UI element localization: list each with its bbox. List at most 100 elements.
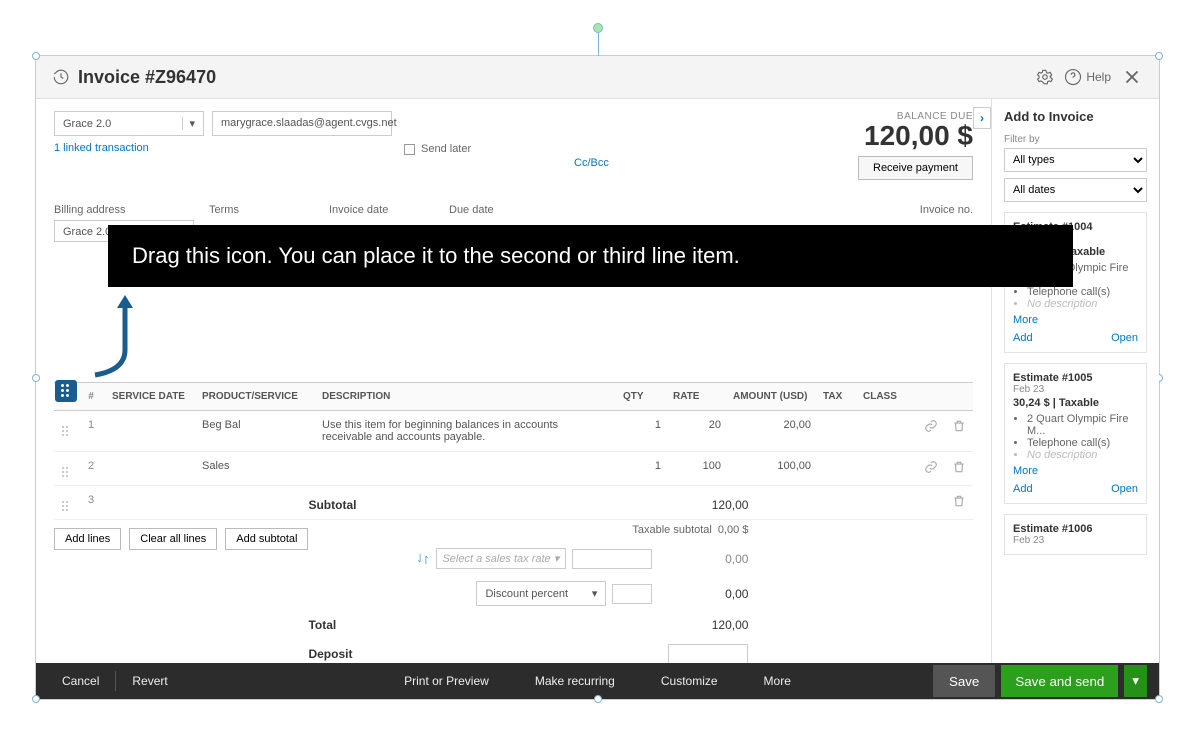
- discount-input[interactable]: [612, 584, 652, 604]
- add-subtotal-button[interactable]: Add subtotal: [225, 528, 308, 550]
- link-icon[interactable]: [924, 419, 938, 433]
- sidebar-title: Add to Invoice: [1004, 109, 1147, 124]
- customer-email-input[interactable]: marygrace.slaadas@agent.cvgs.net: [212, 111, 392, 136]
- card-amount: 30,24 $ | Taxable: [1013, 397, 1138, 409]
- drag-handle-highlight[interactable]: [55, 380, 77, 402]
- card-open[interactable]: Open: [1111, 483, 1138, 495]
- product-service-cell[interactable]: Beg Bal: [196, 411, 316, 452]
- customer-select[interactable]: Grace 2.0 ▾: [54, 111, 204, 136]
- rate-cell[interactable]: 20: [667, 411, 727, 452]
- table-row[interactable]: 2 Sales 1100100,00: [54, 452, 973, 486]
- invoice-date-label: Invoice date: [329, 204, 449, 216]
- cancel-button[interactable]: Cancel: [48, 666, 113, 696]
- card-more[interactable]: More: [1013, 314, 1038, 326]
- print-button[interactable]: Print or Preview: [390, 666, 503, 696]
- help-icon: [1064, 68, 1082, 86]
- filter-label: Filter by: [1004, 134, 1147, 145]
- taxable-subtotal-label: Taxable subtotal: [632, 524, 712, 536]
- discount-type-select[interactable]: Discount percent▾: [476, 581, 606, 606]
- save-button[interactable]: Save: [933, 665, 995, 697]
- help-button[interactable]: Help: [1064, 68, 1111, 86]
- sidebar-toggle[interactable]: ›: [973, 107, 991, 129]
- save-and-send-button[interactable]: Save and send: [1001, 665, 1118, 697]
- selection-handle[interactable]: [594, 695, 602, 703]
- chevron-right-icon: ›: [980, 111, 984, 125]
- service-date-cell[interactable]: [106, 411, 196, 452]
- row-number: 2: [76, 452, 106, 486]
- tax-cell[interactable]: [817, 452, 857, 486]
- total-label: Total: [308, 618, 336, 632]
- description-cell[interactable]: Use this item for beginning balances in …: [316, 411, 617, 452]
- deposit-input[interactable]: [668, 644, 748, 663]
- class-cell[interactable]: [857, 486, 917, 520]
- history-icon[interactable]: [52, 68, 70, 86]
- add-lines-button[interactable]: Add lines: [54, 528, 121, 550]
- selection-rot-line: [598, 31, 599, 56]
- gear-icon[interactable]: [1036, 68, 1054, 86]
- estimate-card: Estimate #1005Feb 2330,24 $ | Taxable2 Q…: [1004, 363, 1147, 504]
- sales-tax-value: 0,00: [658, 552, 748, 566]
- amount-cell[interactable]: 100,00: [727, 452, 817, 486]
- taxable-subtotal-value: 0,00 $: [718, 524, 749, 536]
- drag-handle-icon[interactable]: [62, 467, 68, 477]
- selection-handle[interactable]: [1155, 52, 1163, 60]
- card-open[interactable]: Open: [1111, 332, 1138, 344]
- card-add[interactable]: Add: [1013, 332, 1033, 344]
- trash-icon[interactable]: [952, 419, 966, 433]
- subtotal-label: Subtotal: [308, 498, 356, 512]
- ccbcc-link[interactable]: Cc/Bcc: [574, 157, 609, 169]
- customize-button[interactable]: Customize: [647, 666, 732, 696]
- service-date-cell[interactable]: [106, 452, 196, 486]
- balance-due-amount: 120,00 $: [858, 122, 973, 150]
- selection-handle[interactable]: [32, 52, 40, 60]
- service-date-cell[interactable]: [106, 486, 196, 520]
- sidebar: Add to Invoice Filter by All types All d…: [991, 99, 1159, 663]
- tax-cell[interactable]: [817, 486, 857, 520]
- row-number: 1: [76, 411, 106, 452]
- filter-dates-select[interactable]: All dates: [1004, 178, 1147, 202]
- row-number: 3: [76, 486, 106, 520]
- sales-tax-input[interactable]: [572, 549, 652, 569]
- close-icon[interactable]: [1121, 66, 1143, 88]
- linked-transaction-link[interactable]: 1 linked transaction: [54, 142, 392, 154]
- class-cell[interactable]: [857, 452, 917, 486]
- revert-button[interactable]: Revert: [118, 666, 181, 696]
- receive-payment-button[interactable]: Receive payment: [858, 156, 973, 180]
- total-value: 120,00: [658, 618, 748, 632]
- trash-icon[interactable]: [952, 494, 966, 508]
- qty-cell[interactable]: 1: [617, 411, 667, 452]
- send-later-checkbox[interactable]: Send later: [404, 143, 584, 155]
- tax-cell[interactable]: [817, 411, 857, 452]
- rate-cell[interactable]: 100: [667, 452, 727, 486]
- description-cell[interactable]: [316, 452, 617, 486]
- card-title: Estimate #1006: [1013, 523, 1138, 535]
- drag-handle-icon[interactable]: [62, 501, 68, 511]
- product-service-cell[interactable]: [196, 486, 316, 520]
- filter-types-select[interactable]: All types: [1004, 148, 1147, 172]
- trash-icon[interactable]: [952, 460, 966, 474]
- selection-rotate-handle[interactable]: [593, 23, 603, 33]
- instruction-overlay: Drag this icon. You can place it to the …: [108, 225, 1073, 287]
- save-and-send-dropdown[interactable]: ▾: [1124, 665, 1147, 697]
- clear-lines-button[interactable]: Clear all lines: [129, 528, 217, 550]
- card-more[interactable]: More: [1013, 465, 1038, 477]
- link-icon[interactable]: [924, 460, 938, 474]
- card-items: 2 Quart Olympic Fire M...Telephone call(…: [1027, 413, 1138, 461]
- card-add[interactable]: Add: [1013, 483, 1033, 495]
- make-recurring-button[interactable]: Make recurring: [521, 666, 629, 696]
- table-row[interactable]: 1 Beg BalUse this item for beginning bala…: [54, 411, 973, 452]
- amount-cell[interactable]: 20,00: [727, 411, 817, 452]
- qty-cell[interactable]: 1: [617, 452, 667, 486]
- class-cell[interactable]: [857, 411, 917, 452]
- selection-handle[interactable]: [32, 695, 40, 703]
- product-service-cell[interactable]: Sales: [196, 452, 316, 486]
- drag-handle-icon[interactable]: [62, 426, 68, 436]
- more-button[interactable]: More: [750, 666, 805, 696]
- discount-value: 0,00: [658, 587, 748, 601]
- terms-label: Terms: [209, 204, 329, 216]
- card-date: Feb 23: [1013, 535, 1138, 546]
- sales-tax-select[interactable]: Select a sales tax rate ▾: [436, 548, 566, 569]
- swap-icon[interactable]: [416, 552, 430, 566]
- selection-handle[interactable]: [1155, 695, 1163, 703]
- card-title: Estimate #1005: [1013, 372, 1138, 384]
